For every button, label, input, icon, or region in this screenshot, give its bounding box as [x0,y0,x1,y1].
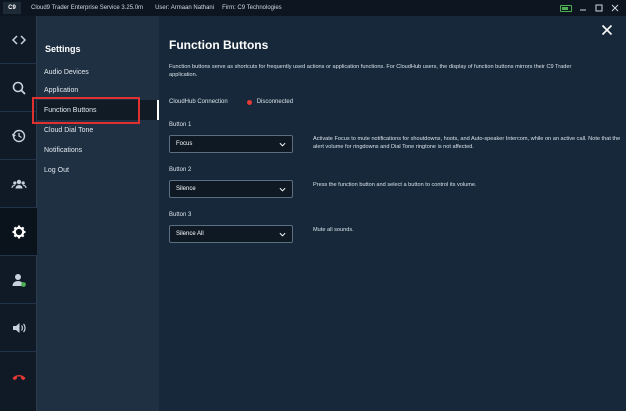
connection-status: Disconnected [256,99,294,105]
contacts-icon[interactable] [0,160,37,208]
connection-label: CloudHub Connection [169,99,228,105]
button-3-select[interactable]: Silence All [169,225,293,243]
settings-item-audio-devices[interactable]: Audio Devices [37,62,159,82]
button-1-label: Button 1 [169,122,192,128]
maximize-icon[interactable] [594,3,604,13]
app-name: Cloud9 Trader Enterprise Service 3.25.0m [31,5,144,11]
button-1-select[interactable]: Focus [169,135,293,153]
app-logo: C9 [3,2,21,14]
button-2-select[interactable]: Silence [169,180,293,198]
page-description: Function buttons serve as shortcuts for … [169,64,572,78]
main-content: Function Buttons Function buttons serve … [159,16,626,411]
button-3-label: Button 3 [169,212,192,218]
hangup-icon[interactable] [0,352,37,400]
title-bar: C9 Cloud9 Trader Enterprise Service 3.25… [0,0,626,16]
button-2-value: Silence [176,186,196,192]
icon-rail [0,16,37,411]
status-dot-icon [246,99,252,105]
settings-item-notifications[interactable]: Notifications [37,140,159,160]
window-close-icon[interactable] [610,3,620,13]
cloudhub-connection: CloudHub Connection Disconnected [169,99,293,105]
chevron-down-icon [279,187,286,192]
button-1-value: Focus [176,141,193,147]
close-icon[interactable] [600,24,614,38]
button-2-label: Button 2 [169,167,192,173]
battery-icon [560,4,572,12]
button-2-help: Press the function button and select a b… [313,182,477,188]
volume-icon[interactable] [0,304,37,352]
user-name: User: Armaan Nathani [155,5,215,11]
button-3-value: Silence All [176,231,204,237]
chevron-down-icon [279,142,286,147]
settings-item-log-out[interactable]: Log Out [37,160,159,180]
firm-name: Firm: C9 Technologies [222,5,282,11]
chevron-down-icon [279,232,286,237]
button-1-help: Activate Focus to mute notifications for… [313,136,621,150]
user-status-icon[interactable] [0,256,37,304]
highlight-box [32,97,140,124]
settings-title: Settings [45,44,81,54]
minimize-icon[interactable] [578,3,588,13]
page-title: Function Buttons [169,38,269,52]
settings-icon[interactable] [0,208,37,256]
code-icon[interactable] [0,16,37,64]
button-3-help: Mute all sounds. [313,227,354,233]
settings-panel: Settings Audio Devices Application Funct… [37,16,159,411]
